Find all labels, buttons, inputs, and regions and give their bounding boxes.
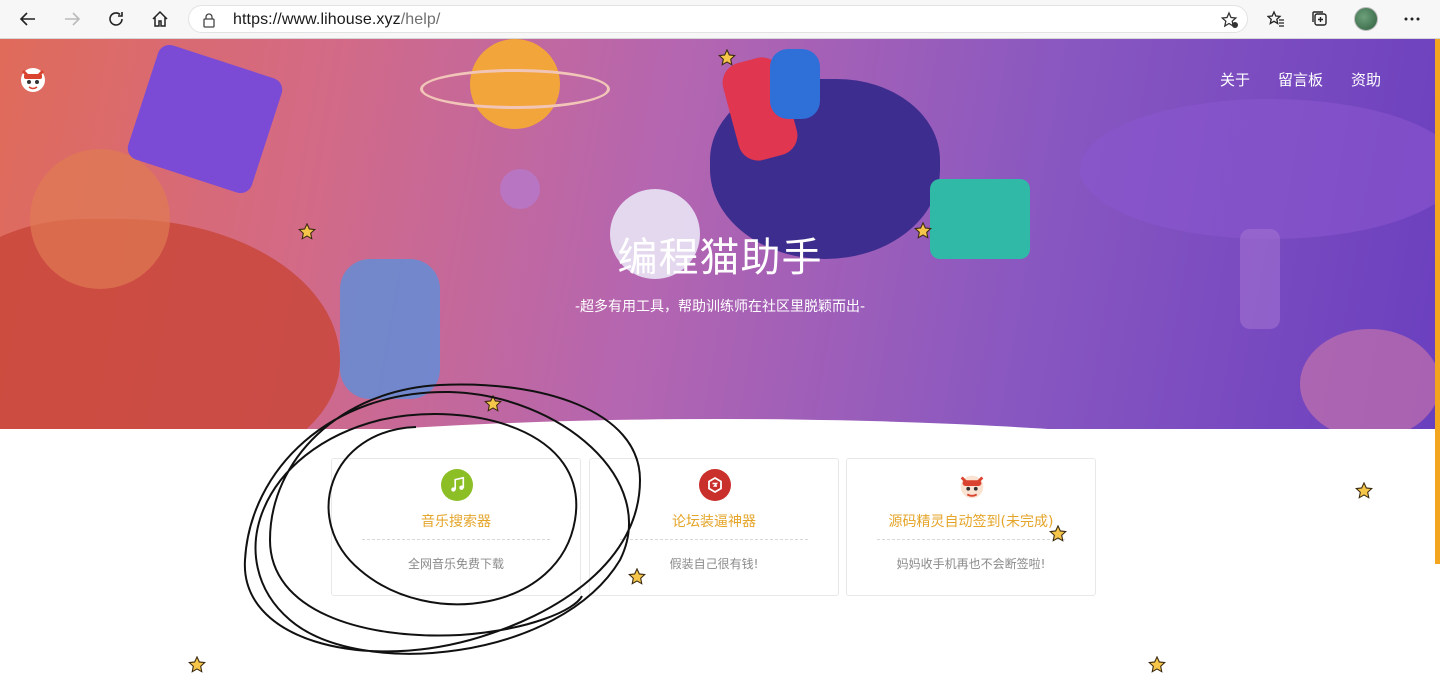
collections-button[interactable] [1305, 4, 1335, 34]
more-icon [1404, 17, 1420, 21]
card-divider [362, 539, 550, 540]
refresh-icon [109, 12, 123, 26]
star-icon [298, 223, 316, 240]
star-icon [1355, 482, 1373, 499]
back-arrow-icon [19, 12, 35, 26]
hero-banner: 关于 留言板 资助 编程猫助手 -超多有用工具，帮助训练师在社区里脱颖而出- [0, 39, 1440, 429]
back-button[interactable] [13, 4, 43, 34]
planet-illustration [1080, 99, 1440, 239]
card-title: 音乐搜索器 [421, 514, 491, 530]
music-note-icon [441, 469, 473, 501]
star-icon [914, 222, 932, 239]
star-icon [718, 49, 736, 66]
star-icon [1049, 525, 1067, 542]
site-logo-icon[interactable] [16, 61, 50, 95]
profile-avatar[interactable] [1354, 7, 1378, 31]
favorites-button[interactable] [1261, 4, 1291, 34]
more-button[interactable] [1397, 4, 1427, 34]
address-bar[interactable]: https://www.lihouse.xyz/help/ [188, 5, 1248, 33]
home-button[interactable] [145, 4, 175, 34]
nav-about[interactable]: 关于 [1220, 69, 1250, 90]
play-block-illustration [770, 49, 820, 119]
jellyfish-illustration [1300, 329, 1440, 429]
card-title: 论坛装逼神器 [672, 514, 756, 530]
card-description: 全网音乐免费下载 [407, 557, 504, 571]
browser-toolbar: https://www.lihouse.xyz/help/ [0, 0, 1440, 39]
nav-sponsor[interactable]: 资助 [1351, 69, 1381, 90]
nav-guestbook[interactable]: 留言板 [1278, 69, 1323, 90]
collections-icon [1312, 11, 1327, 26]
card-divider [620, 539, 808, 540]
url-text: https://www.lihouse.xyz/help/ [233, 11, 441, 28]
mascot-icon [956, 469, 988, 501]
tool-card-music[interactable]: 音乐搜索器 全网音乐免费下载 [331, 458, 581, 596]
tool-card-forum[interactable]: 论坛装逼神器 假装自己很有钱! [589, 458, 839, 596]
decor-dot [500, 169, 540, 209]
page-title: 编程猫助手 [617, 235, 823, 281]
forward-button[interactable] [57, 4, 87, 34]
add-favorite-icon[interactable] [1221, 11, 1239, 29]
scrollbar[interactable] [1435, 39, 1440, 564]
forward-arrow-icon [65, 12, 81, 26]
card-divider [877, 539, 1065, 540]
star-icon [628, 568, 646, 585]
star-icon [484, 395, 502, 412]
page-subtitle: -超多有用工具，帮助训练师在社区里脱颖而出- [574, 299, 866, 315]
star-icon [188, 656, 206, 673]
planet-ring-illustration [420, 69, 610, 109]
card-description: 妈妈收手机再也不会断签啦! [896, 557, 1046, 571]
star-icon [1148, 656, 1166, 673]
home-icon [152, 10, 168, 27]
refresh-button[interactable] [101, 4, 131, 34]
lock-icon [203, 13, 215, 28]
favorites-icon [1267, 10, 1284, 27]
forum-badge-icon [699, 469, 731, 501]
